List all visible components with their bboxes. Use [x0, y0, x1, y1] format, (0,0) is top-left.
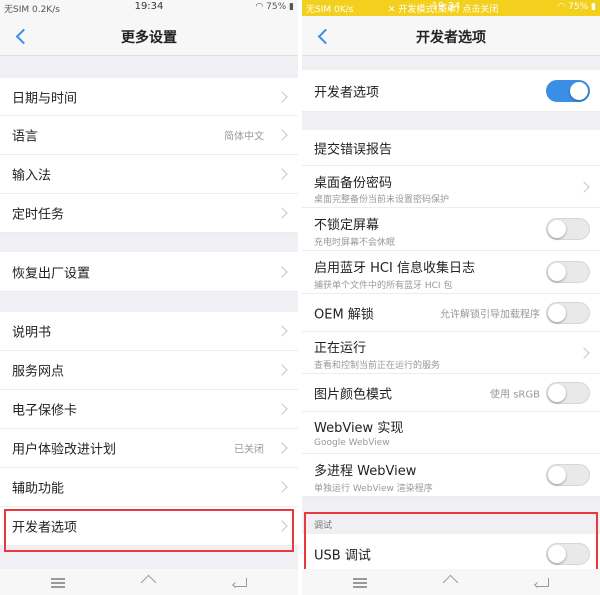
chevron-right-icon	[578, 180, 590, 193]
settings-item-service-outlets[interactable]: 服务网点	[0, 351, 298, 390]
dev-item-bug-report[interactable]: 提交错误报告	[302, 130, 600, 166]
menu-icon[interactable]	[48, 573, 68, 591]
toggle-knob	[548, 263, 566, 281]
item-value: 允许解锁引导加载程序	[440, 309, 540, 320]
item-subtitle: 单独运行 WebView 渲染程序	[314, 484, 433, 494]
bottom-nav-bar	[302, 569, 600, 595]
item-title: 图片颜色模式	[314, 387, 393, 402]
item-title: 不锁定屏幕	[314, 218, 380, 233]
item-subtitle: 充电时屏幕不会休眠	[314, 238, 396, 248]
item-label: 定时任务	[12, 207, 65, 223]
chevron-right-icon	[276, 207, 288, 219]
item-label: 恢复出厂设置	[12, 266, 91, 281]
battery-icon: ▮	[289, 2, 294, 12]
chevron-right-icon	[276, 129, 288, 141]
chevron-right-icon	[276, 442, 288, 454]
color-mode-toggle[interactable]	[546, 381, 590, 404]
item-subtitle: 查看和控制当前正在运行的服务	[314, 361, 441, 371]
toggle-knob	[570, 81, 588, 100]
item-subtitle: 桌面完整备份当前未设置密码保护	[314, 195, 450, 205]
settings-item-accessibility[interactable]: 辅助功能	[0, 468, 298, 507]
item-label: 开发者选项	[314, 85, 380, 100]
chevron-right-icon	[276, 364, 288, 376]
chevron-right-icon	[276, 325, 288, 337]
toggle-knob	[548, 303, 566, 322]
settings-item-input-method[interactable]: 输入法	[0, 155, 298, 194]
dev-item-oem-unlock: OEM 解锁 允许解锁引导加载程序	[302, 294, 600, 332]
developer-options-screen: 无SIM 0K/s ✕ 开发模式(菜单) 点击关闭 19:34 ◠ 75% ▮ …	[302, 0, 600, 595]
chevron-right-icon	[276, 90, 288, 103]
chevron-right-icon	[578, 346, 590, 359]
item-title: 桌面备份密码	[314, 176, 393, 191]
item-label: 辅助功能	[12, 481, 65, 497]
back-icon[interactable]	[231, 573, 251, 591]
battery-icon: ▮	[591, 2, 596, 12]
stay-awake-toggle[interactable]	[546, 218, 590, 240]
item-value: 简体中文	[224, 131, 264, 143]
top-bar: 开发者选项	[302, 16, 600, 56]
item-value: 使用 sRGB	[490, 389, 540, 400]
toggle-knob	[548, 220, 566, 238]
item-subtitle: 捕获单个文件中的所有蓝牙 HCI 包	[314, 281, 453, 291]
dev-item-color-mode: 图片颜色模式 使用 sRGB	[302, 374, 600, 412]
page-title: 更多设置	[121, 30, 177, 46]
status-bar: 无SIM 0K/s ✕ 开发模式(菜单) 点击关闭 19:34 ◠ 75% ▮	[302, 0, 600, 16]
item-label: 电子保修卡	[12, 403, 78, 419]
settings-item-e-warranty[interactable]: 电子保修卡	[0, 390, 298, 429]
item-label: 服务网点	[12, 364, 65, 380]
developer-options-master: 开发者选项	[302, 70, 600, 112]
item-title: 多进程 WebView	[314, 464, 417, 479]
wifi-icon: ◠	[255, 2, 264, 12]
toggle-knob	[548, 466, 566, 484]
bt-hci-log-toggle[interactable]	[546, 261, 590, 283]
item-subtitle: Google WebView	[314, 438, 390, 448]
dev-item-backup-password[interactable]: 桌面备份密码 桌面完整备份当前未设置密码保护	[302, 166, 600, 208]
item-value: 已关闭	[234, 444, 264, 456]
bottom-nav-bar	[0, 569, 298, 595]
dev-item-webview-impl[interactable]: WebView 实现 Google WebView	[302, 412, 600, 454]
battery-text: 75%	[266, 2, 287, 12]
settings-item-ux-program[interactable]: 用户体验改进计划 已关闭	[0, 429, 298, 468]
dev-item-stay-awake: 不锁定屏幕 充电时屏幕不会休眠	[302, 208, 600, 251]
settings-item-factory-reset[interactable]: 恢复出厂设置	[0, 252, 298, 292]
item-title: 正在运行	[314, 341, 367, 356]
item-label: 日期与时间	[12, 91, 78, 106]
developer-options-highlight	[4, 509, 294, 552]
item-title: 提交错误报告	[314, 142, 393, 157]
chevron-right-icon	[276, 403, 288, 415]
item-label: 语言	[12, 129, 39, 145]
toggle-knob	[548, 383, 566, 402]
back-icon[interactable]	[533, 573, 553, 591]
wifi-icon: ◠	[557, 2, 566, 12]
dev-item-bt-hci-log: 启用蓝牙 HCI 信息收集日志 捕获单个文件中的所有蓝牙 HCI 包	[302, 251, 600, 294]
clock: 19:34	[431, 1, 461, 12]
dev-item-multiprocess-webview: 多进程 WebView 单独运行 WebView 渲染程序	[302, 454, 600, 497]
item-title: WebView 实现	[314, 421, 404, 436]
settings-item-scheduled-tasks[interactable]: 定时任务	[0, 194, 298, 233]
status-bar: 无SIM 0.2K/s 19:34 ◠ 75% ▮	[0, 0, 298, 16]
more-settings-screen: 无SIM 0.2K/s 19:34 ◠ 75% ▮ 更多设置 日期与时间 语言 …	[0, 0, 298, 595]
item-label: 输入法	[12, 168, 52, 184]
home-icon[interactable]	[139, 573, 159, 591]
item-title: OEM 解锁	[314, 307, 374, 322]
dev-item-running-services[interactable]: 正在运行 查看和控制当前正在运行的服务	[302, 332, 600, 374]
settings-item-language[interactable]: 语言 简体中文	[0, 116, 298, 155]
multiprocess-webview-toggle[interactable]	[546, 464, 590, 486]
oem-unlock-toggle[interactable]	[546, 301, 590, 324]
battery-text: 75%	[568, 2, 589, 12]
item-label: 用户体验改进计划	[12, 442, 117, 458]
menu-icon[interactable]	[350, 573, 370, 591]
chevron-right-icon	[276, 265, 288, 278]
item-label: 说明书	[12, 325, 52, 341]
clock: 19:34	[134, 1, 164, 12]
settings-item-manual[interactable]: 说明书	[0, 312, 298, 351]
home-icon[interactable]	[441, 573, 461, 591]
settings-item-date-time[interactable]: 日期与时间	[0, 78, 298, 116]
chevron-right-icon	[276, 481, 288, 493]
developer-options-toggle[interactable]	[546, 79, 590, 102]
item-title: 启用蓝牙 HCI 信息收集日志	[314, 261, 475, 276]
page-title: 开发者选项	[416, 30, 486, 46]
chevron-right-icon	[276, 168, 288, 180]
top-bar: 更多设置	[0, 16, 298, 56]
